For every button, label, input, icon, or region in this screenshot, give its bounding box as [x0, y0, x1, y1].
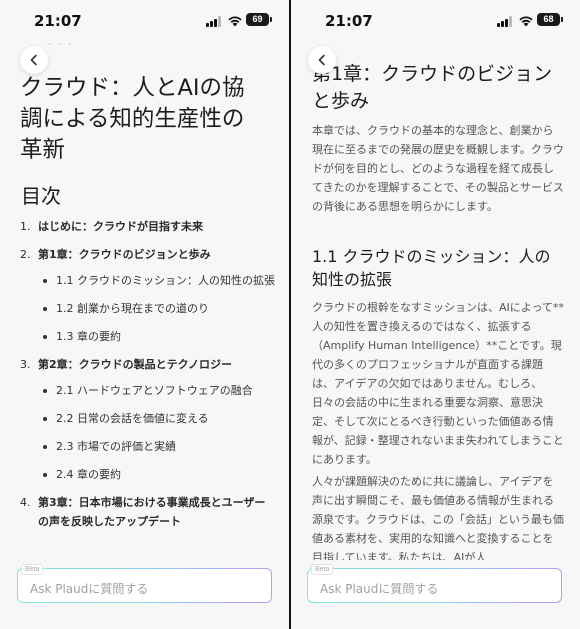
toc-subitem[interactable]: 2.2 日常の会話を価値に変える — [38, 409, 275, 428]
toc-label: 第3章：日本市場における事業成長とユーザーの声を反映したアップデート — [38, 496, 266, 528]
toc-item-chapter-1[interactable]: 2. 第1章：クラウドのビジョンと歩み 1.1 クラウドのミッション：人の知性の拡… — [20, 245, 275, 346]
ask-bar: Beta — [291, 560, 580, 629]
toc-label: 第1章：クラウドのビジョンと歩み — [38, 248, 211, 261]
ask-box: Beta — [307, 564, 562, 603]
ask-input[interactable] — [18, 569, 271, 602]
faded-header: - - - — [48, 42, 74, 48]
toc-content: - - - クラウド：人とAIの協調による知的生産性の革新 目次 1. はじめに：… — [0, 40, 289, 560]
table-of-contents: 1. はじめに：クラウドが目指す未来 2. 第1章：クラウドのビジョンと歩み 1.1… — [20, 217, 275, 540]
ask-box: Beta — [17, 564, 272, 603]
battery-icon: 68 — [537, 13, 563, 26]
ask-inner: Beta — [308, 564, 561, 602]
status-bar: 21:07 69 — [0, 0, 289, 40]
toc-number: 3. — [20, 358, 31, 371]
ask-bar: Beta — [0, 560, 289, 629]
toc-subitem[interactable]: 1.1 クラウドのミッション：人の知性の拡張 — [38, 271, 275, 290]
toc-subitem[interactable]: 2.3 市場での評価と実績 — [38, 437, 275, 456]
toc-screen: 21:07 69 - - - クラウド：人とAIの協調による知的生産性の革新 目… — [0, 0, 289, 629]
toc-subitem[interactable]: 2.1 ハードウェアとソフトウェアの融合 — [38, 381, 275, 400]
toc-label: 第2章：クラウドの製品とテクノロジー — [38, 358, 232, 371]
beta-badge: Beta — [21, 564, 44, 575]
toc-label: はじめに：クラウドが目指す未来 — [38, 220, 203, 233]
toc-item-chapter-3[interactable]: 4. 第3章：日本市場における事業成長とユーザーの声を反映したアップデート — [20, 493, 275, 531]
chapter-screen: 21:07 68 第1章：クラウドのビジョンと歩み 本章では、クラウドの基本的な… — [291, 0, 580, 629]
status-time: 21:07 — [325, 12, 373, 30]
wifi-icon — [519, 16, 533, 27]
chapter-intro-paragraph: 本章では、クラウドの基本的な理念と、創業から現在に至るまでの発展の歴史を概観しま… — [312, 124, 564, 213]
chapter-title: 第1章：クラウドのビジョンと歩み — [312, 63, 553, 112]
status-bar: 21:07 68 — [291, 0, 580, 40]
toc-item-chapter-2[interactable]: 3. 第2章：クラウドの製品とテクノロジー 2.1 ハードウェアとソフトウェアの融… — [20, 355, 275, 484]
ask-input[interactable] — [308, 569, 561, 602]
battery-icon: 69 — [246, 13, 272, 26]
chevron-left-icon — [30, 54, 37, 66]
document-title: クラウド：人とAIの協調による知的生産性の革新 — [20, 75, 245, 163]
signal-icon — [497, 16, 513, 27]
chapter-content: 第1章：クラウドのビジョンと歩み 本章では、クラウドの基本的な理念と、創業から現… — [291, 40, 580, 560]
toc-item-intro[interactable]: 1. はじめに：クラウドが目指す未来 — [20, 217, 275, 236]
chevron-left-icon — [318, 54, 325, 66]
ask-inner: Beta — [18, 564, 271, 602]
beta-badge: Beta — [311, 564, 334, 575]
back-button[interactable] — [20, 46, 48, 74]
toc-subitem[interactable]: 1.2 創業から現在までの道のり — [38, 299, 275, 318]
toc-subitem[interactable]: 2.4 章の要約 — [38, 465, 275, 484]
wifi-icon — [228, 16, 242, 27]
toc-subitem[interactable]: 1.3 章の要約 — [38, 327, 275, 346]
section-paragraph: クラウドの根幹をなすミッションは、AIによって**人の知性を置き換えるのではなく… — [312, 301, 564, 466]
signal-icon — [206, 16, 222, 27]
toc-number: 1. — [20, 220, 31, 233]
toc-number: 2. — [20, 248, 31, 261]
toc-number: 4. — [20, 496, 31, 509]
toc-heading: 目次 — [21, 184, 61, 208]
section-paragraph: 人々が課題解決のために共に議論し、アイデアを声に出す瞬間こそ、最も価値ある情報が… — [312, 475, 564, 560]
back-button[interactable] — [308, 46, 336, 74]
section-title: 1.1 クラウドのミッション：人の知性の拡張 — [312, 247, 551, 289]
status-time: 21:07 — [34, 12, 82, 30]
